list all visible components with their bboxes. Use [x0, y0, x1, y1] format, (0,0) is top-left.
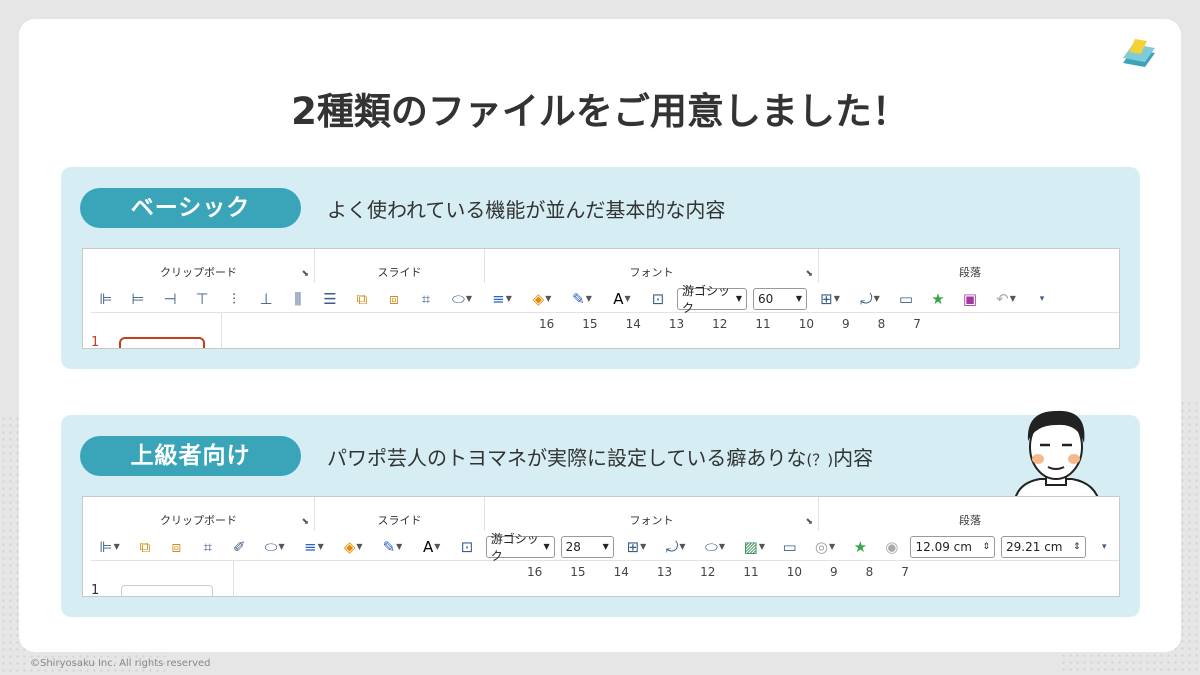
copyright-text: ©Shiryosaku Inc. All rights reserved [30, 658, 211, 669]
advanced-panel: 上級者向け パワポ芸人のトヨマネが実際に設定している癖ありな(？)内容 クリップ… [61, 410, 1140, 617]
crop-icon[interactable]: ⌗ [411, 286, 441, 312]
advanced-badge: 上級者向け [80, 436, 301, 476]
group-icon[interactable]: ⧉ [130, 534, 159, 560]
outline-color-icon[interactable]: ✎ ▼ [563, 286, 601, 312]
slide-thumbnail[interactable] [119, 337, 205, 348]
font-name-select[interactable]: 游ゴシック ▼ [677, 284, 747, 315]
ribbon-group-paragraph: 段落 [959, 266, 981, 279]
slide-card: 2種類のファイルをご用意しました！ ベーシック よく使われている機能が並んだ基本… [19, 19, 1181, 652]
slide-layout-icon[interactable]: ▭ [891, 286, 921, 312]
outline-color-icon[interactable]: ✎ ▼ [374, 534, 411, 560]
slide-number: 1 [91, 583, 100, 597]
customize-toolbar-icon[interactable]: ▾ [1027, 286, 1057, 312]
horizontal-ruler: 16 15 14 13 12 11 10 9 8 7 [527, 565, 909, 579]
slide-layout-icon[interactable]: ▭ [775, 534, 804, 560]
customize-toolbar-icon[interactable]: ▾ [1090, 534, 1119, 560]
slide-number: 1 [91, 335, 100, 349]
shape-icon[interactable]: ⬭ ▼ [256, 534, 293, 560]
brand-logo-icon [1123, 39, 1155, 67]
picture-icon[interactable]: ▨ ▼ [736, 534, 773, 560]
ungroup-icon[interactable]: ⧈ [162, 534, 191, 560]
ribbon-group-clipboard: クリップボード ⬊ [83, 497, 315, 531]
horizontal-ruler: 16 15 14 13 12 11 10 9 8 7 [539, 317, 921, 331]
record-icon[interactable]: ◉ [877, 534, 906, 560]
fill-color-icon[interactable]: ◈ ▼ [523, 286, 561, 312]
font-size-select[interactable]: 60 ▼ [753, 287, 807, 310]
animation-star-icon[interactable]: ★ [923, 286, 953, 312]
basic-badge: ベーシック [80, 188, 301, 228]
ribbon-group-font: フォント ⬊ [485, 497, 819, 531]
group-icon[interactable]: ⧉ [347, 286, 377, 312]
undo-icon[interactable]: ↶ ▼ [987, 286, 1025, 312]
crop-icon[interactable]: ⌗ [193, 534, 222, 560]
ribbon-group-font: フォント ⬊ [485, 249, 819, 283]
dialog-launcher-icon[interactable]: ⬊ [805, 269, 813, 279]
resize-icon[interactable]: ⊞ ▼ [618, 534, 655, 560]
align-top-icon[interactable]: ⊤ [187, 286, 217, 312]
dialog-launcher-icon[interactable]: ⬊ [301, 517, 309, 527]
font-size-select[interactable]: 28 ▼ [560, 535, 614, 558]
quick-toolbar: ⊫ ▼ ⧉ ⧈ ⌗ ✐ ⬭ ▼ ≡ ▼ ◈ ▼ ✎ ▼ A ▼ ⊡ 游ゴシック ▼ 28 ▼ ⊞… [91, 532, 1119, 563]
presenter-illustration [1012, 410, 1102, 505]
dialog-launcher-icon[interactable]: ⬊ [805, 517, 813, 527]
line-spacing-icon[interactable]: ≡ ▼ [483, 286, 521, 312]
ribbon-group-slide: スライド [315, 249, 485, 283]
ribbon-group-clipboard: クリップボード ⬊ [83, 249, 315, 283]
advanced-description: パワポ芸人のトヨマネが実際に設定している癖ありな(？)内容 [327, 446, 874, 470]
distribute-vertical-icon[interactable]: ☰ [315, 286, 345, 312]
shape-height-field[interactable]: 29.21 cm ⇕ [1001, 535, 1086, 558]
ungroup-icon[interactable]: ⧈ [379, 286, 409, 312]
textbox-icon[interactable]: ⊡ [452, 534, 481, 560]
rotate-icon[interactable]: ⤾ ▼ [657, 534, 694, 560]
advanced-ribbon-screenshot: クリップボード ⬊ スライド フォント ⬊ 段落 ⊫ ▼ ⧉ ⧈ ⌗ ✐ ⬭ ▼ ≡ ▼ … [82, 496, 1120, 597]
rotate-icon[interactable]: ⤾ ▼ [851, 286, 889, 312]
basic-panel: ベーシック よく使われている機能が並んだ基本的な内容 クリップボード ⬊ スライド… [61, 167, 1140, 369]
resize-icon[interactable]: ⊞ ▼ [811, 286, 849, 312]
ribbon-group-paragraph: 段落 [959, 514, 981, 527]
font-name-select[interactable]: 游ゴシック ▼ [485, 532, 555, 563]
shape-icon[interactable]: ⬭ ▼ [443, 286, 481, 312]
basic-ribbon-screenshot: クリップボード ⬊ スライド フォント ⬊ 段落 ⊫ ⊨ ⊣ ⊤ ⫶ ⊥ ⫼ ☰ ⧉ [82, 248, 1120, 349]
merge-shapes-icon[interactable]: ◎ ▼ [806, 534, 843, 560]
page-title: 2種類のファイルをご用意しました！ [291, 90, 909, 133]
quick-toolbar: ⊫ ⊨ ⊣ ⊤ ⫶ ⊥ ⫼ ☰ ⧉ ⧈ ⌗ ⬭ ▼ ≡ ▼ ◈ ▼ ✎ ▼ A ▼ ⊡ 游… [91, 284, 1119, 315]
align-center-icon[interactable]: ⊨ [123, 286, 153, 312]
align-bottom-icon[interactable]: ⊥ [251, 286, 281, 312]
ribbon-group-slide: スライド [315, 497, 485, 531]
shape-2-icon[interactable]: ⬭ ▼ [696, 534, 733, 560]
align-right-icon[interactable]: ⊣ [155, 286, 185, 312]
slide-thumbnail[interactable] [121, 585, 213, 596]
font-color-icon[interactable]: A ▼ [603, 286, 641, 312]
dialog-launcher-icon[interactable]: ⬊ [301, 269, 309, 279]
align-left-icon[interactable]: ⊫ [91, 286, 121, 312]
font-color-icon[interactable]: A ▼ [413, 534, 450, 560]
save-icon[interactable]: ▣ [955, 286, 985, 312]
animation-star-icon[interactable]: ★ [846, 534, 875, 560]
fill-color-icon[interactable]: ◈ ▼ [335, 534, 372, 560]
line-spacing-icon[interactable]: ≡ ▼ [295, 534, 332, 560]
align-middle-icon[interactable]: ⫶ [219, 286, 249, 312]
shape-width-field[interactable]: 12.09 cm ⇕ [910, 535, 996, 558]
align-icon[interactable]: ⊫ ▼ [91, 534, 128, 560]
format-painter-icon[interactable]: ✐ [225, 534, 254, 560]
distribute-horizontal-icon[interactable]: ⫼ [283, 286, 313, 312]
basic-description: よく使われている機能が並んだ基本的な内容 [327, 198, 726, 222]
textbox-icon[interactable]: ⊡ [643, 286, 673, 312]
